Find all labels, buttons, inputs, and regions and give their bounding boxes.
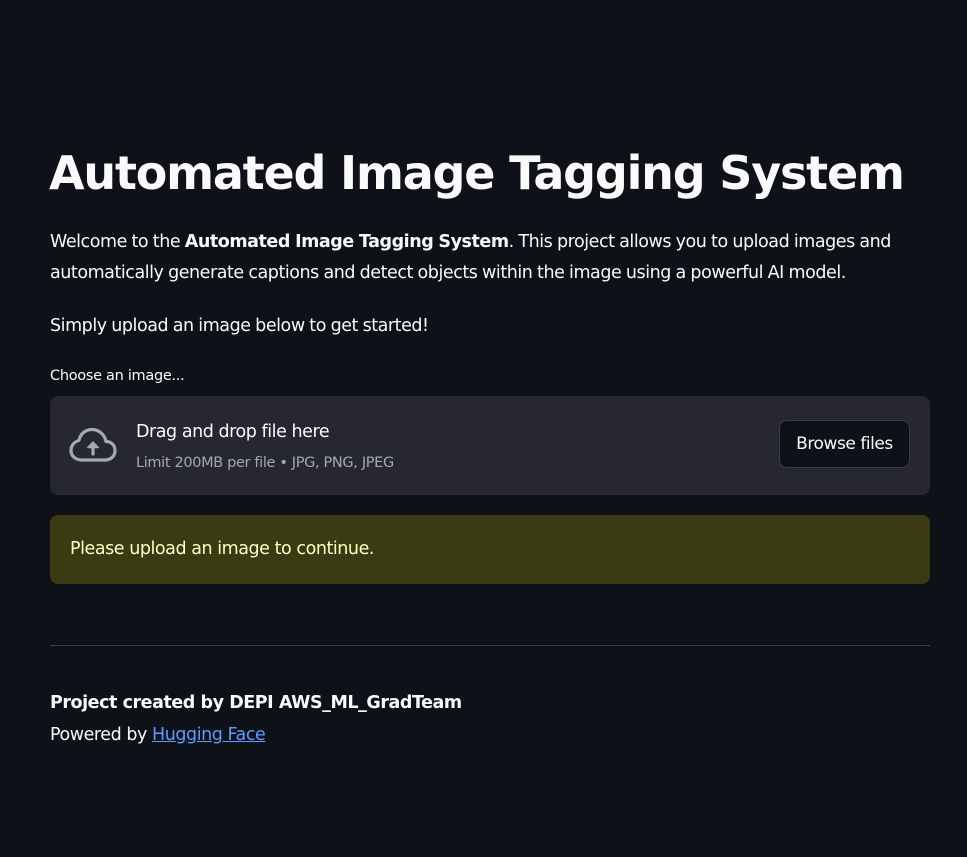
page-title: Automated Image Tagging System [49,146,905,200]
powered-by: Powered by Hugging Face [50,720,266,750]
dropzone-limit-text: Limit 200MB per file • JPG, PNG, JPEG [136,455,394,471]
uploader-label: Choose an image... [50,368,185,384]
cloud-upload-icon [69,427,117,462]
browse-files-button[interactable]: Browse files [779,420,910,468]
dropzone-title: Drag and drop file here [136,422,330,442]
upload-instructions: Simply upload an image below to get star… [50,316,429,336]
powered-by-prefix: Powered by [50,725,153,745]
project-credit: Project created by DEPI AWS_ML_GradTeam [50,693,462,713]
alert-message: Please upload an image to continue. [70,539,375,559]
intro-bold-title: Automated Image Tagging System [184,232,509,252]
hugging-face-link[interactable]: Hugging Face [152,725,266,745]
intro-paragraph: Welcome to the Automated Image Tagging S… [50,227,930,289]
intro-prefix: Welcome to the [50,232,185,252]
warning-alert: Please upload an image to continue. [50,515,930,584]
file-dropzone[interactable]: Drag and drop file here Limit 200MB per … [50,396,930,495]
divider [50,645,930,646]
